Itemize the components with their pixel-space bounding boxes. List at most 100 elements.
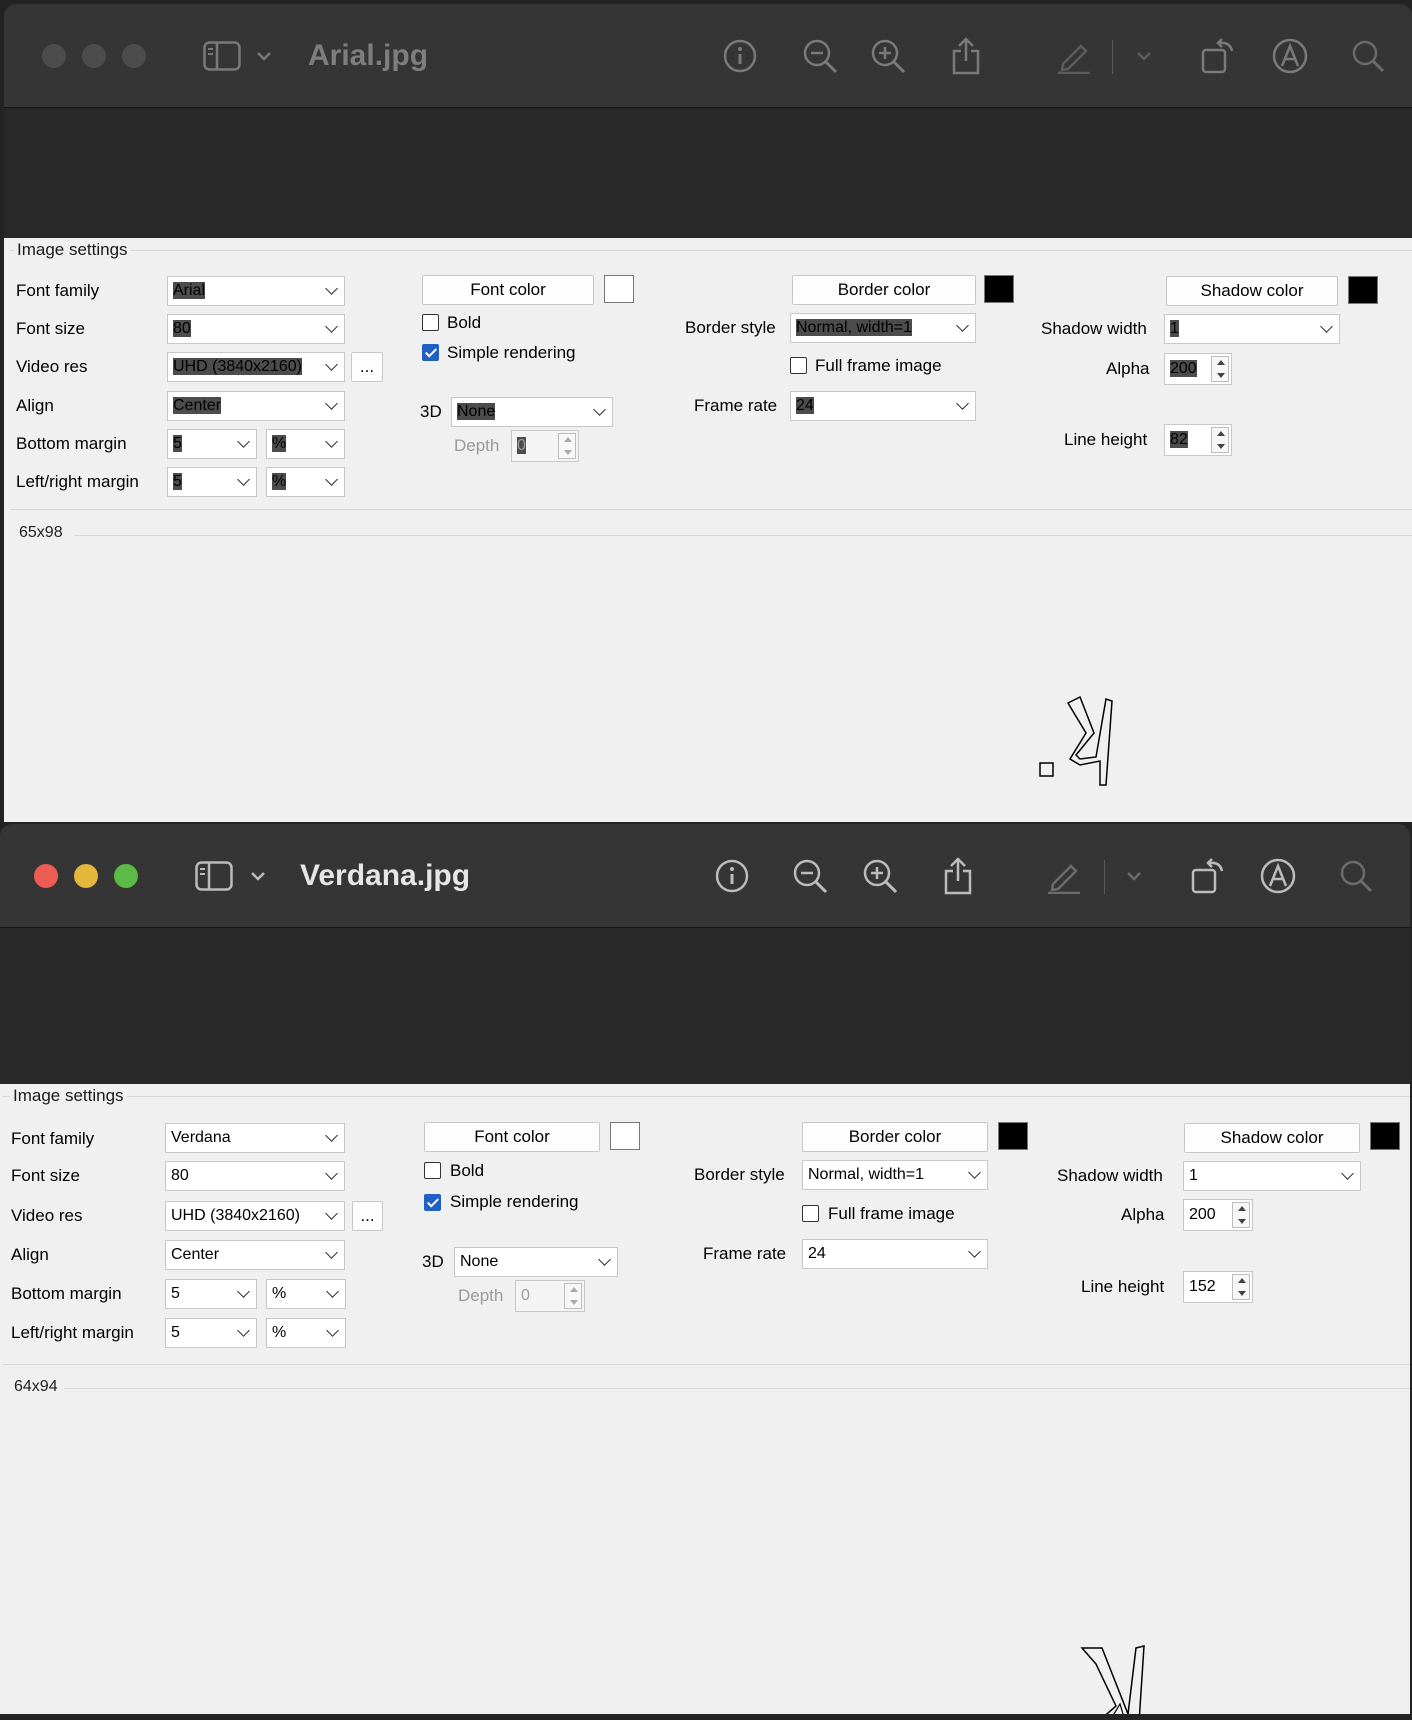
border-style-select[interactable]: Normal, width=1 [790, 313, 976, 343]
shadow-width-select[interactable]: 1 [1183, 1161, 1361, 1191]
close-button[interactable] [42, 44, 66, 68]
annotate-icon[interactable] [1258, 856, 1298, 896]
font-size-value: 80 [171, 1167, 189, 1184]
border-color-button[interactable]: Border color [792, 275, 976, 305]
sidebar-icon[interactable] [202, 36, 242, 76]
shadow-color-button[interactable]: Shadow color [1166, 276, 1338, 306]
search-icon[interactable] [1336, 856, 1376, 896]
border-color-button[interactable]: Border color [802, 1122, 988, 1152]
video-res-select[interactable]: UHD (3840x2160) [167, 352, 345, 382]
depth-value: 0 [521, 1287, 530, 1304]
title-bar: Verdana.jpg [0, 824, 1410, 928]
font-family-select[interactable]: Verdana [165, 1123, 345, 1153]
shadow-color-swatch[interactable] [1348, 276, 1378, 304]
preview-frame-line [74, 535, 1412, 536]
full-frame-checkbox[interactable] [790, 357, 807, 374]
font-family-value: Verdana [171, 1129, 231, 1146]
sidebar-icon[interactable] [194, 856, 234, 896]
shadow-color-swatch[interactable] [1370, 1122, 1400, 1150]
chevron-down-icon[interactable] [248, 856, 268, 896]
three-d-label: 3D [422, 1252, 444, 1271]
chevron-down-icon[interactable] [254, 36, 274, 76]
shadow-width-label: Shadow width [1057, 1166, 1163, 1185]
alpha-value: 200 [1170, 360, 1197, 377]
bottom-margin-select[interactable]: 5 [167, 429, 257, 459]
line-height-spinner[interactable]: 82 [1164, 424, 1232, 456]
minimize-button[interactable] [82, 44, 106, 68]
preview-window-verdana: Verdana.jpg Image settings Font family V… [0, 824, 1410, 1714]
video-res-label: Video res [11, 1206, 83, 1225]
font-family-select[interactable]: Arial [167, 276, 345, 306]
bold-checkbox[interactable] [424, 1162, 441, 1179]
shadow-width-select[interactable]: 1 [1164, 314, 1340, 344]
frame-rate-label: Frame rate [703, 1244, 787, 1263]
font-color-swatch[interactable] [610, 1122, 640, 1150]
font-color-button[interactable]: Font color [424, 1122, 600, 1152]
share-icon[interactable] [938, 856, 978, 896]
font-color-swatch[interactable] [604, 275, 634, 303]
shadow-color-button[interactable]: Shadow color [1184, 1123, 1360, 1153]
three-d-select[interactable]: None [454, 1247, 618, 1277]
bold-label: Bold [450, 1161, 485, 1180]
font-color-button[interactable]: Font color [422, 275, 594, 305]
video-res-more-button[interactable]: ... [352, 1201, 383, 1231]
align-select[interactable]: Center [167, 391, 345, 421]
alpha-spinner[interactable]: 200 [1164, 353, 1232, 385]
video-res-select[interactable]: UHD (3840x2160) [165, 1201, 345, 1231]
title-bar: Arial.jpg [4, 4, 1412, 108]
zoom-in-icon[interactable] [860, 856, 900, 896]
image-settings-panel: Image settings Font family Verdana Font … [0, 1084, 1410, 1714]
lr-margin-unit-select[interactable]: % [266, 1318, 346, 1348]
simple-rendering-checkbox[interactable] [422, 344, 439, 361]
chevron-down-icon[interactable] [1134, 36, 1154, 76]
simple-rendering-checkbox[interactable] [424, 1194, 441, 1211]
search-icon[interactable] [1348, 36, 1388, 76]
bottom-margin-select[interactable]: 5 [165, 1279, 257, 1309]
alpha-spinner[interactable]: 200 [1183, 1199, 1253, 1231]
share-icon[interactable] [946, 36, 986, 76]
close-button[interactable] [34, 864, 58, 888]
align-label: Align [16, 396, 54, 415]
lr-margin-select[interactable]: 5 [167, 467, 257, 497]
zoom-button[interactable] [114, 864, 138, 888]
line-height-spinner[interactable]: 152 [1183, 1271, 1253, 1303]
border-color-swatch[interactable] [984, 275, 1014, 303]
frame-rate-label: Frame rate [694, 396, 778, 415]
lr-margin-select[interactable]: 5 [165, 1318, 257, 1348]
bottom-margin-unit-select[interactable]: % [266, 429, 345, 459]
border-style-select[interactable]: Normal, width=1 [802, 1160, 988, 1190]
rotate-icon[interactable] [1198, 36, 1238, 76]
font-size-select[interactable]: 80 [167, 314, 345, 344]
zoom-in-icon[interactable] [868, 36, 908, 76]
full-frame-checkbox[interactable] [802, 1205, 819, 1222]
minimize-button[interactable] [74, 864, 98, 888]
bottom-margin-unit-select[interactable]: % [266, 1279, 346, 1309]
bold-checkbox[interactable] [422, 314, 439, 331]
full-frame-label: Full frame image [815, 356, 942, 375]
info-icon[interactable] [712, 856, 752, 896]
markup-pen-icon[interactable] [1044, 856, 1084, 896]
image-canvas-dark [0, 928, 1410, 1084]
border-color-swatch[interactable] [998, 1122, 1028, 1150]
chevron-down-icon[interactable] [1124, 856, 1144, 896]
frame-rate-select[interactable]: 24 [790, 391, 976, 421]
font-size-value: 80 [173, 320, 191, 337]
markup-pen-icon[interactable] [1054, 36, 1094, 76]
align-select[interactable]: Center [165, 1240, 345, 1270]
video-res-more-button[interactable]: ... [351, 352, 383, 382]
info-icon[interactable] [720, 36, 760, 76]
frame-rate-select[interactable]: 24 [802, 1239, 988, 1269]
lr-margin-unit-select[interactable]: % [266, 467, 345, 497]
rotate-icon[interactable] [1188, 856, 1228, 896]
font-size-select[interactable]: 80 [165, 1161, 345, 1191]
bottom-margin-label: Bottom margin [16, 434, 127, 453]
zoom-out-icon[interactable] [790, 856, 830, 896]
zoom-out-icon[interactable] [800, 36, 840, 76]
group-title: Image settings [14, 240, 131, 260]
preview-frame-line [64, 1388, 1410, 1389]
align-value: Center [171, 1246, 220, 1263]
annotate-icon[interactable] [1270, 36, 1310, 76]
zoom-button[interactable] [122, 44, 146, 68]
three-d-select[interactable]: None [451, 397, 613, 427]
video-res-value: UHD (3840x2160) [173, 358, 302, 375]
